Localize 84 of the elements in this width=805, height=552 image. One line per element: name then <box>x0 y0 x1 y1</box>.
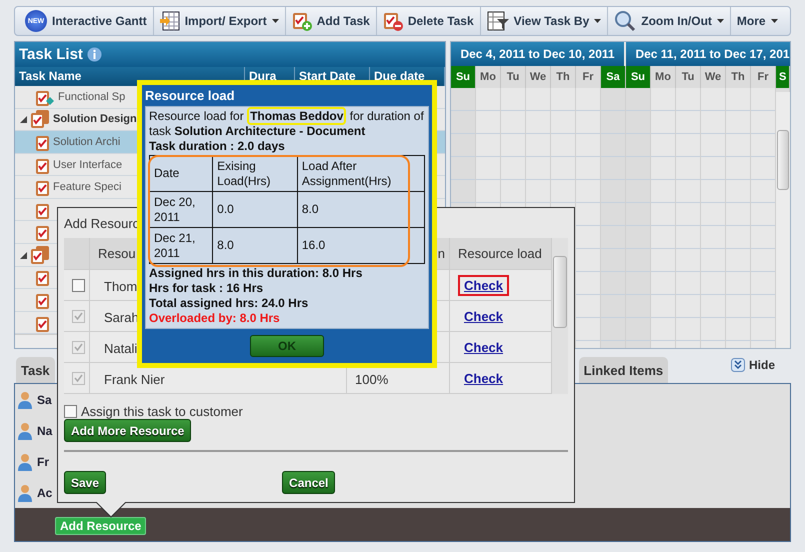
clipboard-stack-icon <box>30 246 50 264</box>
toolbar-button[interactable]: More <box>730 7 784 35</box>
day-header: Tu <box>676 66 701 88</box>
day-header: S <box>776 66 790 88</box>
panel-title: Task List <box>19 46 83 63</box>
task-duration: Task duration : 2.0 days <box>149 139 286 154</box>
caret-icon <box>272 19 279 23</box>
person-icon <box>18 452 32 470</box>
checkbox[interactable] <box>72 278 85 292</box>
task-name: Feature Speci <box>53 181 122 194</box>
table-cell: 16.0 <box>297 228 424 264</box>
tab[interactable]: Linked Items <box>578 357 668 383</box>
save-button[interactable]: Save <box>64 471 106 494</box>
expanded-triangle-icon[interactable] <box>19 115 27 124</box>
tab[interactable]: Task <box>16 357 55 383</box>
chevron-down-icon <box>730 358 745 372</box>
column-header: Resource load <box>450 238 552 269</box>
cancel-button[interactable]: Cancel <box>282 471 336 494</box>
delete-task-icon <box>382 11 403 31</box>
day-header: Fr <box>576 66 601 88</box>
resource-name: Natali <box>104 341 138 356</box>
task-name: Solution Archi <box>53 136 120 148</box>
toolbar-button[interactable]: Add Task <box>286 7 377 35</box>
task-name: User Interface <box>53 158 122 171</box>
day-header: Th <box>726 66 751 88</box>
resource-name: Na <box>37 424 52 438</box>
resource-name: Ac <box>37 486 52 500</box>
clipboard-icon <box>35 268 50 286</box>
clipboard-icon <box>35 178 50 196</box>
vertical-scrollbar[interactable] <box>552 238 568 394</box>
caret-icon <box>594 19 602 23</box>
table-cell: 8.0 <box>212 228 298 264</box>
person-icon <box>18 484 32 502</box>
task-name: Functional Sp <box>58 90 126 103</box>
toolbar-button[interactable]: Delete Task <box>376 7 481 35</box>
week-header: Dec 11, 2011 to Dec 17, 201 <box>626 42 790 66</box>
toolbar-button[interactable]: View Task By <box>480 7 608 35</box>
hide-button[interactable]: Hide <box>724 357 781 373</box>
table-cell: 8.0 <box>297 192 424 228</box>
day-header: Tu <box>501 66 526 88</box>
dialog-title: Add Resourc <box>64 216 140 233</box>
info-icon[interactable] <box>86 46 102 62</box>
resource-name: Sa <box>37 392 52 406</box>
checkbox[interactable] <box>64 405 77 418</box>
toolbar-button[interactable]: Zoom In/Out <box>608 7 731 35</box>
checkbox-label: Assign this task to customer <box>81 404 243 419</box>
task-name: Solution Design <box>53 113 137 126</box>
day-header: Mo <box>476 66 501 88</box>
add-task-icon <box>292 11 312 31</box>
add-more-resource-button[interactable]: Add More Resource <box>64 419 192 442</box>
day-header: Sa <box>601 66 626 88</box>
day-header: We <box>701 66 726 88</box>
week-header: Dec 4, 2011 to Dec 10, 2011 <box>451 42 626 66</box>
summary-line: Hrs for task : 16 Hrs <box>149 281 264 296</box>
summary-line: Assigned hrs in this duration: 8.0 Hrs <box>149 266 364 281</box>
day-header: Th <box>551 66 576 88</box>
resource-name: Frank Nier <box>104 372 165 387</box>
day-header: Fr <box>751 66 776 88</box>
day-header: Mo <box>651 66 676 88</box>
clipboard-icon <box>35 133 50 151</box>
table-cell: 0.0 <box>212 192 298 228</box>
allocation-value: 100% <box>355 372 388 387</box>
resource-name: Fr <box>37 454 49 468</box>
clipboard-icon <box>35 223 50 242</box>
resource-name: Thom <box>104 279 138 294</box>
caret-icon <box>716 19 724 23</box>
table-filter-icon <box>486 11 509 31</box>
overload-warning: Overloaded by: 8.0 Hrs <box>149 311 281 326</box>
summary-line: Total assigned hrs: 24.0 Hrs <box>149 296 310 311</box>
caret-icon <box>770 19 778 23</box>
day-header: Su <box>626 66 651 88</box>
day-header: Su <box>451 66 476 88</box>
popup-title: Resource load <box>144 87 236 105</box>
day-header: We <box>526 66 551 88</box>
expanded-triangle-icon[interactable] <box>19 250 27 259</box>
spreadsheet-arrow-icon <box>160 11 180 31</box>
person-icon <box>18 422 32 440</box>
clipboard-stack-icon <box>30 110 50 128</box>
person-icon <box>18 390 32 408</box>
check-link[interactable]: Check <box>458 274 510 296</box>
magnifier-icon <box>614 10 636 32</box>
vertical-scrollbar[interactable] <box>776 92 790 348</box>
toolbar-button[interactable]: Import/ Export <box>154 7 286 35</box>
resource-load-description: Resource load for Thomas Beddov for duration of task Solution Architecture - Document <box>149 109 425 139</box>
